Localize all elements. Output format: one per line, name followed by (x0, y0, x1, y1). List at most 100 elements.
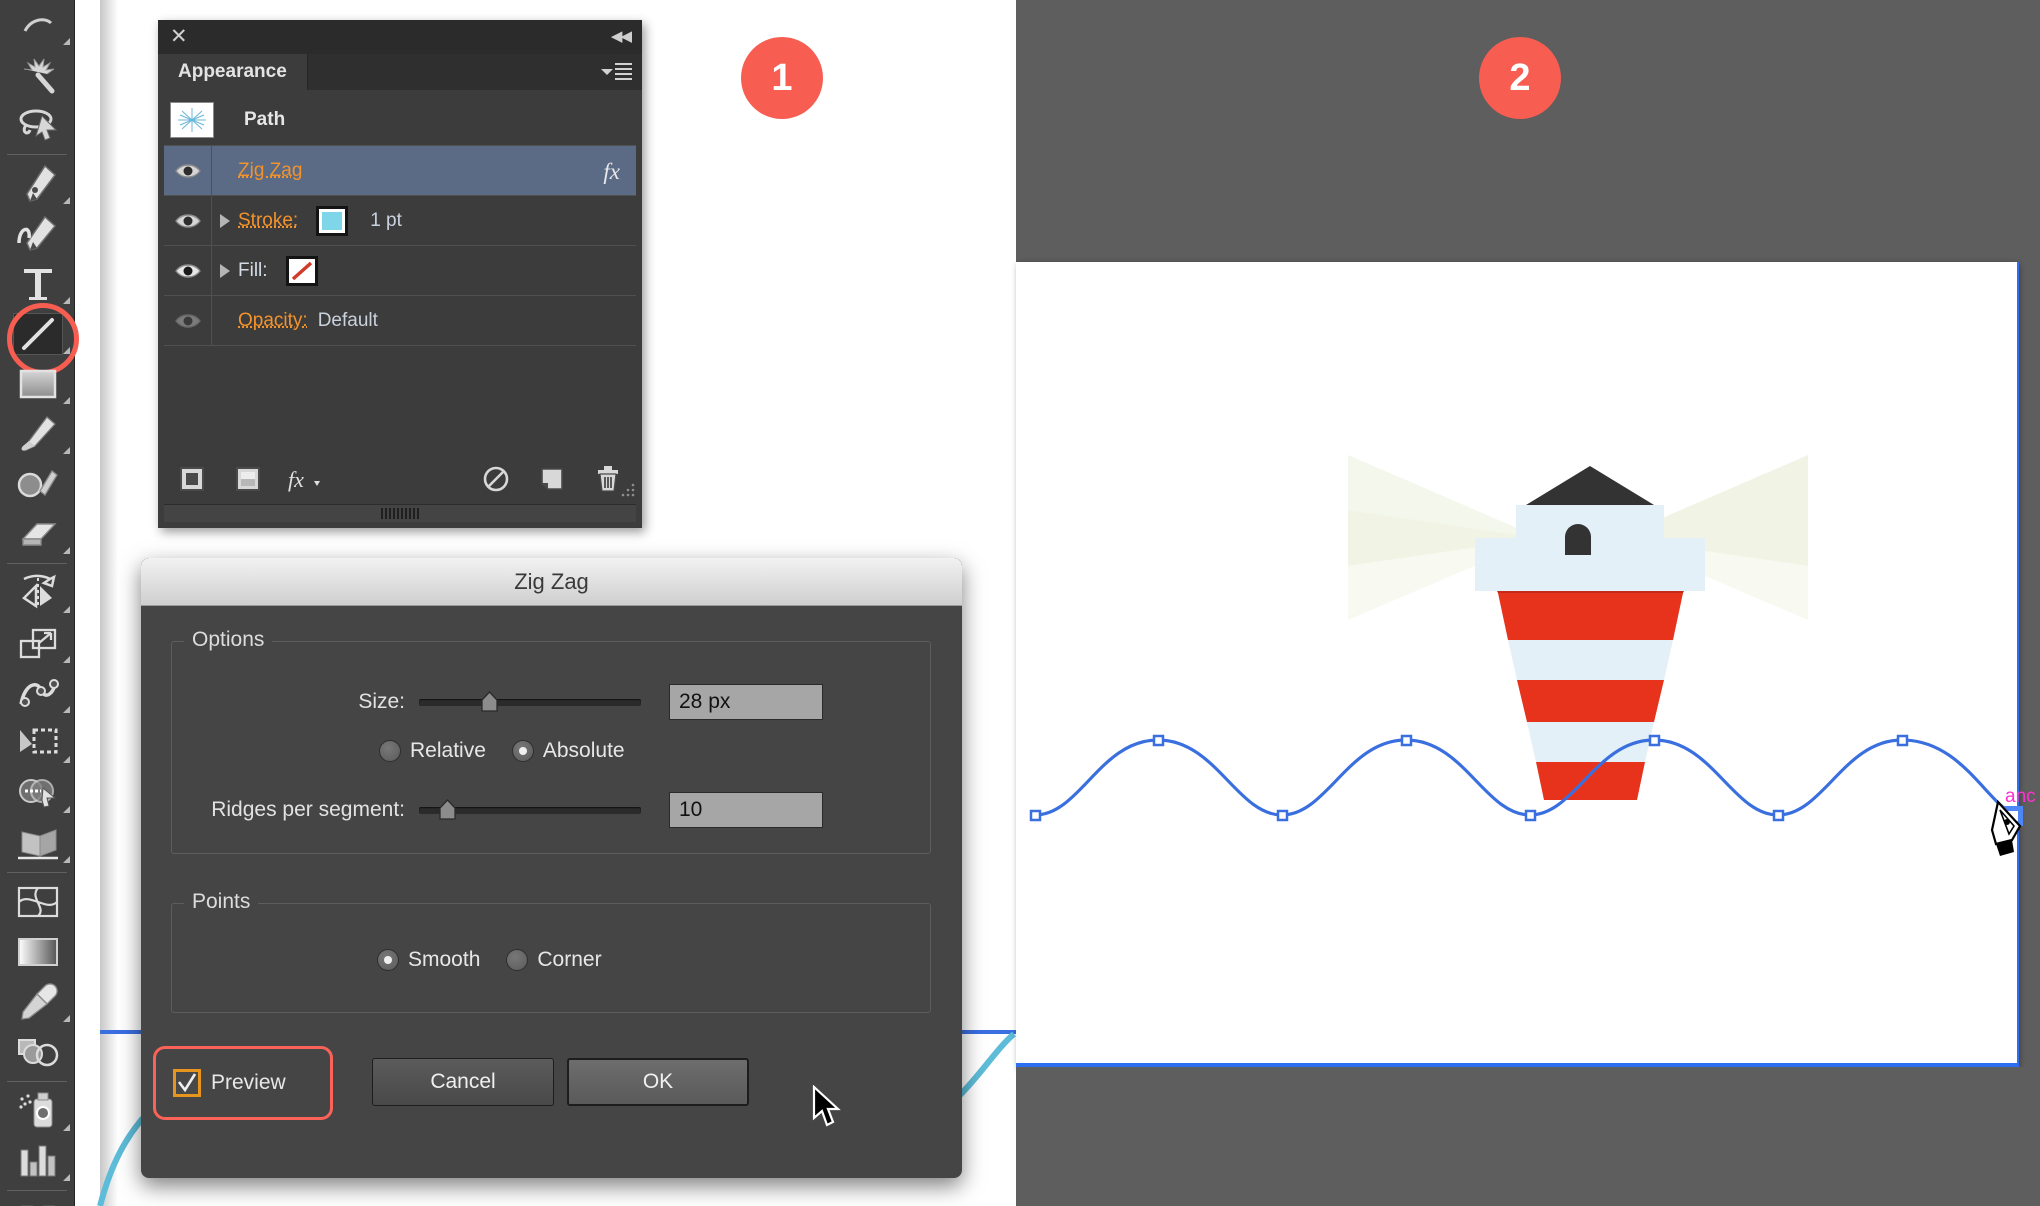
appearance-object-label: Path (244, 108, 286, 130)
fill-disclosure-triangle[interactable] (212, 263, 238, 278)
corner-radio[interactable] (506, 949, 529, 971)
artboard-page[interactable] (1016, 262, 2017, 1067)
stroke-disclosure-triangle[interactable] (212, 213, 238, 228)
tool-eraser[interactable] (0, 509, 75, 559)
visibility-eye-icon[interactable] (164, 146, 212, 195)
visibility-eye-icon[interactable] (164, 246, 212, 295)
ridges-slider-knob[interactable] (439, 799, 456, 820)
tool-mesh[interactable] (0, 877, 75, 927)
tool-flyout-triangle (63, 297, 70, 304)
desktop-below-artboard (1016, 1067, 2040, 1206)
opacity-value[interactable]: Default (318, 310, 378, 332)
clear-appearance-button[interactable] (468, 465, 524, 493)
tool-gradient[interactable] (0, 927, 75, 977)
tool-curvature-pen[interactable] (0, 209, 75, 259)
tool-flyout-triangle (63, 756, 70, 763)
panel-titlebar[interactable]: ✕ ◀◀ (158, 20, 642, 54)
stroke-label-link[interactable]: Stroke: (238, 210, 298, 232)
fill-color-swatch[interactable] (285, 255, 318, 286)
tool-flyout-triangle (63, 547, 70, 554)
stroke-color-swatch[interactable] (316, 205, 349, 236)
illustrator-window: anc ✕ ◀◀ Appearance Path Zig Zag fx Stro… (0, 0, 2040, 1206)
add-new-stroke-button[interactable] (164, 466, 220, 492)
size-slider[interactable] (419, 690, 641, 714)
cancel-button[interactable]: Cancel (372, 1058, 554, 1106)
dialog-title: Zig Zag (141, 558, 962, 606)
add-new-effect-button[interactable]: fx (276, 465, 332, 493)
toolbar-divider (7, 154, 67, 155)
smooth-label[interactable]: Smooth (408, 948, 480, 972)
ok-button[interactable]: OK (567, 1058, 749, 1106)
tab-appearance[interactable]: Appearance (158, 54, 307, 90)
appearance-object-row[interactable]: Path (164, 94, 636, 146)
effect-name-link[interactable]: Zig Zag (238, 160, 302, 182)
tool-magic-wand[interactable] (0, 50, 75, 100)
fill-label[interactable]: Fill: (238, 260, 268, 282)
panel-tab-row[interactable]: Appearance (158, 54, 642, 90)
tool-free-transform[interactable] (0, 718, 75, 768)
tool-shape-builder[interactable] (0, 768, 75, 818)
close-icon[interactable]: ✕ (170, 26, 188, 48)
svg-text:fx: fx (288, 467, 304, 492)
tool-lasso[interactable] (0, 100, 75, 150)
tool-pen[interactable] (0, 159, 75, 209)
zig-zag-effect-row[interactable]: Zig Zag fx (164, 146, 636, 196)
tool-flyout-triangle (63, 1015, 70, 1022)
options-group: Options Size: 28 px Relative Absolute Ri… (171, 628, 931, 854)
appearance-list[interactable]: Path Zig Zag fx Stroke: 1 pt Fill: Opaci… (158, 90, 642, 476)
panel-scrollbar[interactable] (164, 504, 636, 522)
tool-partial-top[interactable] (0, 0, 75, 50)
ridges-value-field[interactable]: 10 (669, 792, 823, 828)
scrollbar-grip[interactable] (381, 508, 419, 519)
tool-scale[interactable] (0, 618, 75, 668)
appearance-empty-space (164, 346, 636, 476)
tool-symbol-sprayer[interactable] (0, 1086, 75, 1136)
tool-artboard[interactable] (0, 1195, 75, 1206)
ridges-slider[interactable] (419, 798, 641, 822)
size-slider-track[interactable] (419, 698, 641, 706)
stroke-row[interactable]: Stroke: 1 pt (164, 196, 636, 246)
tool-column-graph[interactable] (0, 1136, 75, 1186)
tool-paintbrush[interactable] (0, 409, 75, 459)
appearance-panel-footer[interactable]: fx (164, 458, 636, 500)
tool-perspective-grid[interactable] (0, 818, 75, 868)
fx-icon[interactable]: fx (603, 159, 620, 185)
pen-tool-cursor (1990, 800, 2022, 856)
size-value-field[interactable]: 28 px (669, 684, 823, 720)
absolute-radio[interactable] (511, 740, 534, 762)
corner-label[interactable]: Corner (537, 948, 601, 972)
relative-label[interactable]: Relative (410, 739, 486, 763)
panel-resize-grip[interactable] (620, 482, 636, 498)
visibility-eye-icon-dim[interactable] (164, 296, 212, 345)
tool-eyedropper[interactable] (0, 977, 75, 1027)
tool-line-segment[interactable] (0, 303, 79, 375)
tool-type[interactable] (0, 259, 75, 309)
smooth-radio[interactable] (377, 949, 399, 971)
add-new-fill-button[interactable] (220, 466, 276, 492)
tool-flyout-triangle (63, 656, 70, 663)
opacity-label-link[interactable]: Opacity: (238, 310, 308, 332)
tool-blend[interactable] (0, 1027, 75, 1077)
preview-label[interactable]: Preview (211, 1071, 286, 1095)
collapse-panel-icon[interactable]: ◀◀ (611, 29, 632, 44)
stroke-weight-value[interactable]: 1 pt (370, 210, 402, 232)
duplicate-item-button[interactable] (524, 465, 580, 493)
tools-panel[interactable] (0, 0, 79, 1206)
tool-rectangle[interactable] (0, 359, 75, 409)
absolute-label[interactable]: Absolute (543, 739, 625, 763)
fill-row[interactable]: Fill: (164, 246, 636, 296)
preview-checkbox[interactable] (173, 1069, 201, 1097)
tool-flyout-triangle (63, 856, 70, 863)
visibility-eye-icon[interactable] (164, 196, 212, 245)
page-shadow (100, 0, 118, 1206)
opacity-row[interactable]: Opacity: Default (164, 296, 636, 346)
size-slider-knob[interactable] (481, 691, 498, 712)
relative-radio[interactable] (379, 740, 401, 762)
options-legend: Options (184, 628, 273, 652)
appearance-panel[interactable]: ✕ ◀◀ Appearance Path Zig Zag fx Stroke: … (158, 20, 642, 528)
tool-blob-brush[interactable] (0, 459, 75, 509)
panel-menu-icon[interactable] (601, 63, 632, 80)
tool-rotate[interactable] (0, 568, 75, 618)
tool-flyout-triangle (63, 397, 70, 404)
tool-width[interactable] (0, 668, 75, 718)
